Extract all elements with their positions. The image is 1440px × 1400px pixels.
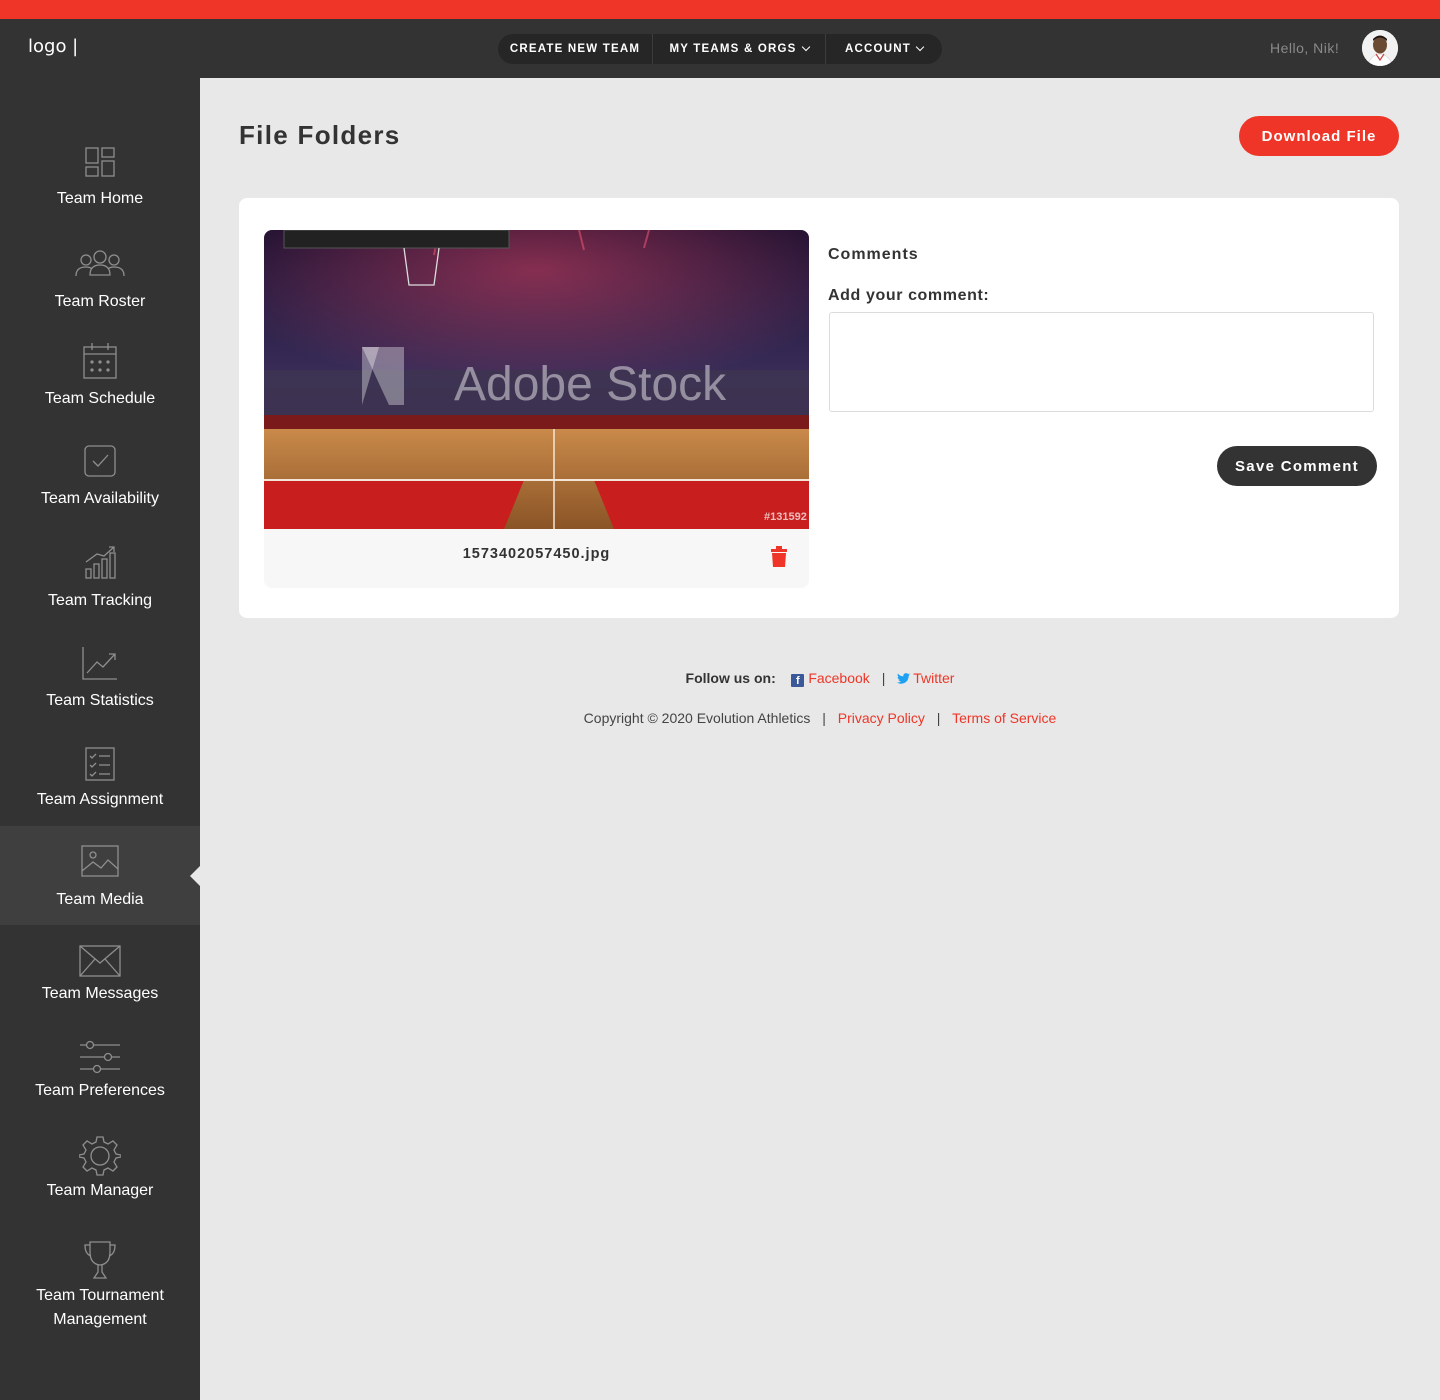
account-label: ACCOUNT <box>845 43 911 55</box>
calendar-icon <box>82 342 118 385</box>
sidebar-item-label: Team Availability <box>41 490 159 507</box>
trash-icon[interactable] <box>769 546 789 573</box>
checklist-icon <box>85 746 115 787</box>
stock-watermark: Adobe Stock <box>454 358 727 411</box>
sidebar-item-team-messages[interactable]: Team Messages <box>0 942 200 1022</box>
comment-input[interactable] <box>829 312 1374 412</box>
create-new-team-button[interactable]: CREATE NEW TEAM <box>498 34 652 64</box>
trend-chart-icon <box>81 645 119 686</box>
sidebar-item-team-tracking[interactable]: Team Tracking <box>0 542 200 622</box>
stock-id: #131592 <box>764 511 807 523</box>
sidebar-item-label: Team Schedule <box>44 390 156 407</box>
facebook-link[interactable]: Facebook <box>808 670 869 686</box>
file-name: 1573402057450.jpg <box>462 546 611 562</box>
follow-label: Follow us on: <box>685 670 776 686</box>
sidebar-item-label: Team Messages <box>41 985 159 1002</box>
create-new-team-label: CREATE NEW TEAM <box>509 43 641 55</box>
sidebar-item-label: Team Tracking <box>47 592 153 609</box>
footer-legal: Copyright © 2020 Evolution Athletics | P… <box>200 710 1440 726</box>
sidebar-item-team-tournament[interactable]: Team Tournament Management <box>0 1238 200 1338</box>
sidebar-item-label: Team Media <box>56 891 144 908</box>
sidebar-item-team-assignment[interactable]: Team Assignment <box>0 742 200 822</box>
sidebar-item-team-manager[interactable]: Team Manager <box>0 1133 200 1213</box>
sidebar-item-team-home[interactable]: Team Home <box>0 138 200 218</box>
sidebar-item-label: Team Statistics <box>46 692 154 709</box>
trophy-icon <box>83 1240 117 1285</box>
envelope-icon <box>79 945 121 982</box>
chevron-down-icon <box>915 42 925 52</box>
gear-icon <box>78 1135 122 1182</box>
user-greeting: Hello, Nik! <box>1270 40 1340 56</box>
sidebar-item-team-media[interactable]: Team Media <box>0 826 200 925</box>
top-accent-bar <box>0 0 1440 19</box>
users-icon <box>73 247 127 286</box>
file-card: Adobe Stock #131592 1573402057450.jpg Co… <box>239 198 1399 618</box>
sidebar-item-label: Team Manager <box>46 1182 154 1199</box>
sidebar-item-team-roster[interactable]: Team Roster <box>0 241 200 321</box>
sidebar: Team Home Team Roster Team Schedule Team… <box>0 78 200 1400</box>
sidebar-item-label: Team Assignment <box>36 791 164 808</box>
sidebar-item-team-availability[interactable]: Team Availability <box>0 440 200 520</box>
media-preview: Adobe Stock #131592 1573402057450.jpg <box>264 230 809 588</box>
sidebar-item-team-statistics[interactable]: Team Statistics <box>0 642 200 722</box>
account-dropdown[interactable]: ACCOUNT <box>826 34 942 64</box>
privacy-policy-link[interactable]: Privacy Policy <box>838 710 925 726</box>
save-comment-button[interactable]: Save Comment <box>1217 446 1377 486</box>
sidebar-item-label: Team Preferences <box>35 1082 165 1099</box>
facebook-icon: f <box>791 674 805 687</box>
dashboard-icon <box>84 146 116 183</box>
divider: | <box>822 710 826 726</box>
bar-chart-icon <box>83 544 117 585</box>
terms-of-service-link[interactable]: Terms of Service <box>952 710 1056 726</box>
top-header: logo | CREATE NEW TEAM MY TEAMS & ORGS A… <box>0 19 1440 78</box>
avatar[interactable] <box>1362 30 1398 66</box>
sidebar-item-label-line2: Management <box>53 1311 147 1328</box>
top-nav: CREATE NEW TEAM MY TEAMS & ORGS ACCOUNT <box>498 34 942 64</box>
page-title: File Folders <box>239 120 401 150</box>
divider: | <box>936 710 941 726</box>
divider: | <box>881 670 886 686</box>
my-teams-dropdown[interactable]: MY TEAMS & ORGS <box>653 34 825 64</box>
sidebar-item-team-preferences[interactable]: Team Preferences <box>0 1036 200 1116</box>
sidebar-item-label: Team Roster <box>54 293 146 310</box>
footer-social: Follow us on: f Facebook | Twitter <box>200 670 1440 687</box>
download-file-button[interactable]: Download File <box>1239 116 1399 156</box>
sliders-icon <box>79 1038 121 1081</box>
sidebar-item-label: Team Tournament <box>36 1287 164 1304</box>
chevron-down-icon <box>801 42 810 52</box>
logo[interactable]: logo | <box>28 36 78 57</box>
my-teams-label: MY TEAMS & ORGS <box>669 43 797 55</box>
add-comment-label: Add your comment: <box>828 287 990 304</box>
copyright-text: Copyright © 2020 Evolution Athletics <box>583 710 811 726</box>
sidebar-item-label: Team Home <box>56 190 144 207</box>
twitter-link[interactable]: Twitter <box>913 670 954 686</box>
sidebar-item-team-schedule[interactable]: Team Schedule <box>0 340 200 420</box>
image-icon <box>81 845 119 882</box>
twitter-icon <box>897 673 911 684</box>
active-indicator <box>190 865 200 886</box>
comments-heading: Comments <box>828 246 919 263</box>
file-image[interactable]: Adobe Stock #131592 <box>264 230 809 529</box>
checkbox-icon <box>83 444 117 483</box>
